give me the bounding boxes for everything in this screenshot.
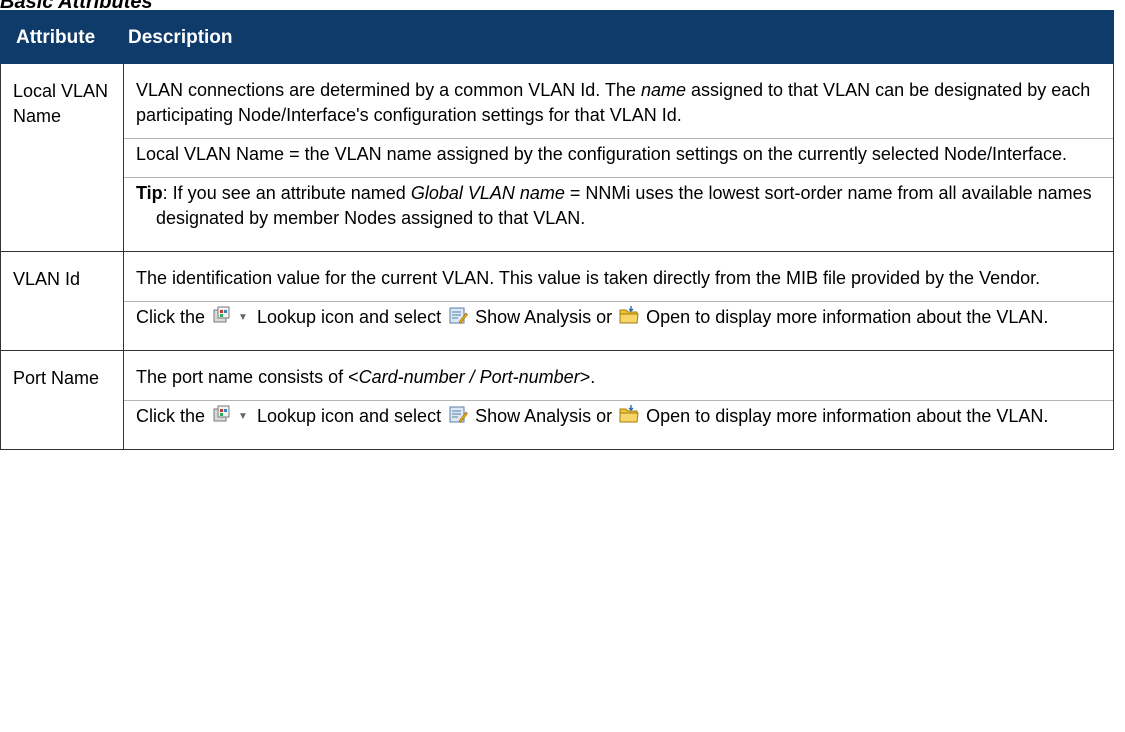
table-row: Local VLAN Name VLAN connections are det… xyxy=(0,63,1114,252)
lookup-icon xyxy=(213,306,230,323)
attributes-table: Attribute Description Local VLAN Name VL… xyxy=(0,10,1114,450)
text-span: Click the xyxy=(136,406,211,426)
description-paragraph: Click the ▼ Lookup icon and select Show … xyxy=(124,302,1113,340)
tip-paragraph: Tip: If you see an attribute named Globa… xyxy=(124,178,1113,241)
description-cell: The port name consists of <Card-number /… xyxy=(123,350,1114,450)
header-description: Description xyxy=(123,10,1114,64)
table-row: VLAN Id The identification value for the… xyxy=(0,251,1114,351)
text-span: >. xyxy=(579,367,596,387)
text-span: Show Analysis or xyxy=(470,406,618,426)
description-cell: The identification value for the current… xyxy=(123,251,1114,351)
text-span: Open to display more information about t… xyxy=(641,307,1049,327)
show-analysis-icon xyxy=(449,307,468,324)
lookup-icon xyxy=(213,405,230,422)
text-span: The port name consists of < xyxy=(136,367,359,387)
attribute-cell: Local VLAN Name xyxy=(0,63,124,252)
text-span: Click the xyxy=(136,307,211,327)
tip-label: Tip xyxy=(136,183,163,203)
text-span: Lookup icon and select xyxy=(251,307,447,327)
table-header-row: Attribute Description xyxy=(0,10,1114,64)
text-span: : If you see an attribute named xyxy=(162,183,411,203)
text-span: Show Analysis or xyxy=(470,307,618,327)
table-row: Port Name The port name consists of <Car… xyxy=(0,350,1114,450)
attribute-cell: Port Name xyxy=(0,350,124,450)
text-span: Lookup icon and select xyxy=(251,406,447,426)
description-cell: VLAN connections are determined by a com… xyxy=(123,63,1114,252)
description-paragraph: Local VLAN Name = the VLAN name assigned… xyxy=(124,139,1113,178)
attribute-cell: VLAN Id xyxy=(0,251,124,351)
italic-text: name xyxy=(640,80,686,100)
italic-text: Card-number / Port-number xyxy=(358,367,580,387)
open-folder-icon xyxy=(619,306,639,324)
chevron-down-icon: ▼ xyxy=(238,312,248,323)
text-span: Open to display more information about t… xyxy=(641,406,1049,426)
header-attribute: Attribute xyxy=(0,10,124,64)
description-paragraph: The port name consists of <Card-number /… xyxy=(124,361,1113,401)
description-paragraph: VLAN connections are determined by a com… xyxy=(124,74,1113,139)
text-span: VLAN connections are determined by a com… xyxy=(136,80,641,100)
italic-text: Global VLAN name xyxy=(410,183,565,203)
description-paragraph: The identification value for the current… xyxy=(124,262,1113,302)
chevron-down-icon: ▼ xyxy=(238,411,248,422)
open-folder-icon xyxy=(619,405,639,423)
show-analysis-icon xyxy=(449,406,468,423)
description-paragraph: Click the ▼ Lookup icon and select Show … xyxy=(124,401,1113,439)
